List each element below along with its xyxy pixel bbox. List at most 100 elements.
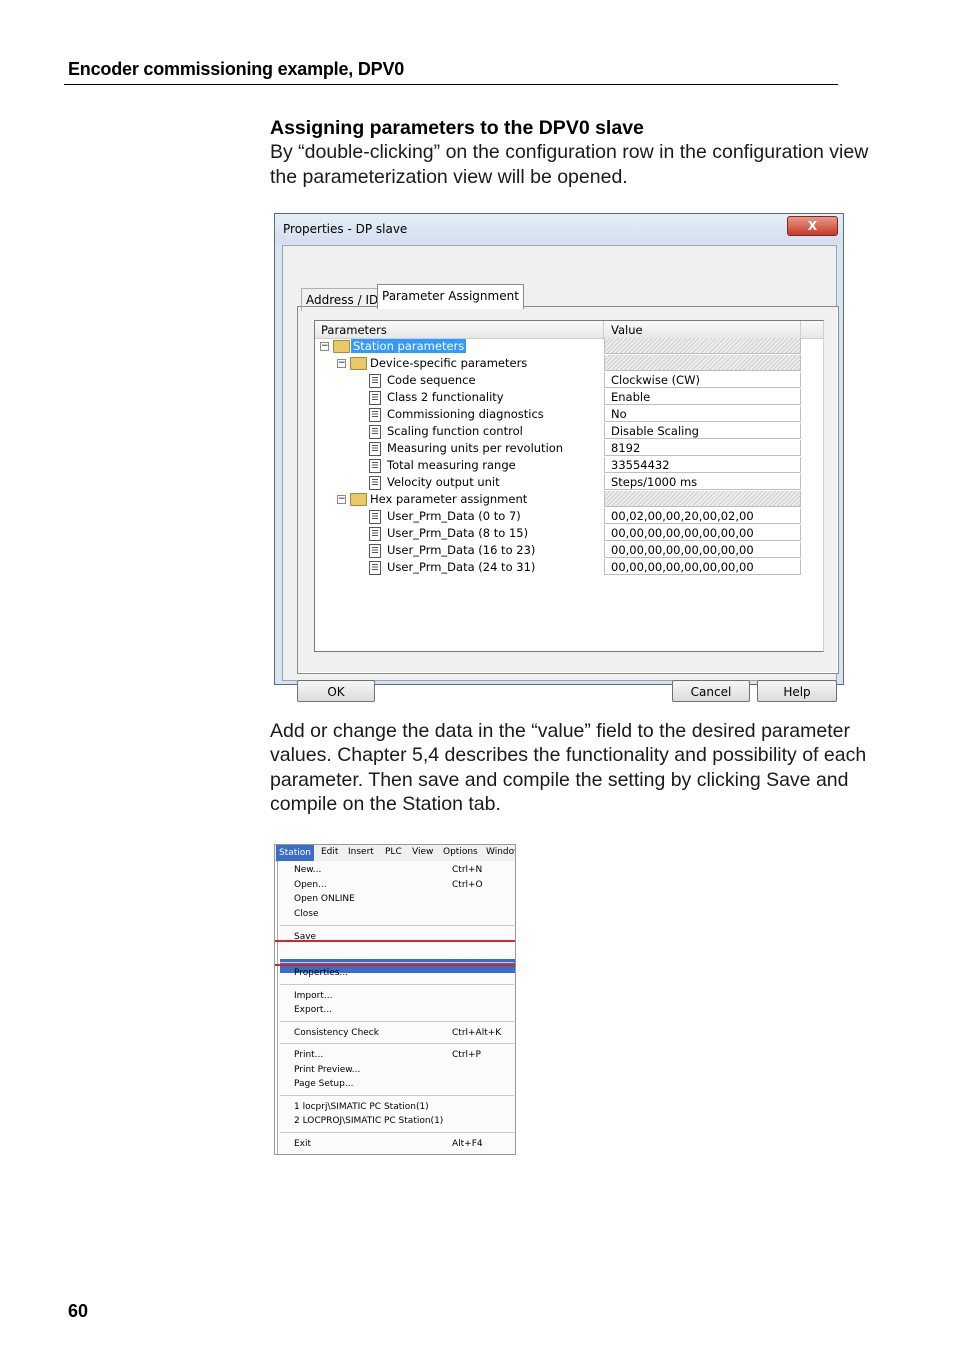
param-label: User_Prm_Data (16 to 23)	[387, 543, 536, 557]
param-label: Code sequence	[387, 373, 476, 387]
value-cell	[604, 491, 801, 507]
menu-view[interactable]: View	[412, 847, 433, 857]
tab-parameter-assignment[interactable]: Parameter Assignment	[377, 284, 524, 309]
column-header-value[interactable]: Value	[611, 323, 643, 337]
menu-item-consistency-check[interactable]: Consistency Check	[294, 1028, 379, 1038]
param-row[interactable]: Commissioning diagnostics No	[315, 406, 823, 423]
menu-item-recent-1[interactable]: 1 locprj\SIMATIC PC Station(1)	[294, 1102, 429, 1112]
properties-dialog: Properties - DP slave X Address / ID Par…	[274, 213, 844, 702]
menu-item-save-and-compile[interactable]: Save and Compile	[294, 946, 376, 956]
menu-item-recent-2[interactable]: 2 LOCPROJ\SIMATIC PC Station(1)	[294, 1116, 443, 1126]
header-rule	[64, 84, 838, 85]
menu-item-close[interactable]: Close	[294, 909, 319, 919]
menu-options[interactable]: Options	[443, 847, 478, 857]
folder-open-icon	[350, 493, 367, 506]
param-row[interactable]: User_Prm_Data (8 to 15) 00,00,00,00,00,0…	[315, 525, 823, 542]
param-row[interactable]: User_Prm_Data (16 to 23) 00,00,00,00,00,…	[315, 542, 823, 559]
tree-label: Device-specific parameters	[370, 356, 528, 370]
param-label: Total measuring range	[387, 458, 516, 472]
column-divider[interactable]	[603, 321, 604, 338]
close-button[interactable]: X	[787, 216, 838, 236]
value-cell[interactable]: 8192	[604, 440, 801, 456]
menu-item-exit[interactable]: Exit	[294, 1139, 311, 1149]
menu-item-print[interactable]: Print...	[294, 1050, 323, 1060]
shortcut-label: Ctrl+S	[452, 946, 482, 956]
tab-address-id[interactable]: Address / ID	[301, 288, 383, 311]
value-cell[interactable]: 00,00,00,00,00,00,00,00	[604, 559, 801, 575]
highlight-red-line-top	[275, 940, 515, 942]
menu-item-open-online[interactable]: Open ONLINE	[294, 894, 355, 904]
value-cell[interactable]: 33554432	[604, 457, 801, 473]
dialog-client-area: Address / ID Parameter Assignment Parame…	[282, 245, 839, 702]
value-cell[interactable]: 00,00,00,00,00,00,00,00	[604, 542, 801, 558]
folder-open-icon	[350, 357, 367, 370]
parameter-grid: Parameters Value − Station parameters − …	[314, 320, 824, 652]
collapse-icon[interactable]: −	[320, 342, 329, 351]
param-label: User_Prm_Data (24 to 31)	[387, 560, 536, 574]
value-cell	[604, 338, 801, 354]
cancel-button[interactable]: Cancel	[672, 680, 750, 702]
value-cell[interactable]: No	[604, 406, 801, 422]
menu-item-properties[interactable]: Properties...	[294, 968, 348, 978]
column-divider	[800, 321, 801, 338]
menu-insert[interactable]: Insert	[348, 847, 374, 857]
param-row[interactable]: Class 2 functionality Enable	[315, 389, 823, 406]
parameter-icon	[369, 408, 381, 422]
value-cell[interactable]: 00,02,00,00,20,00,02,00	[604, 508, 801, 524]
parameter-icon	[369, 425, 381, 439]
menu-item-page-setup[interactable]: Page Setup...	[294, 1079, 353, 1089]
menu-item-print-preview[interactable]: Print Preview...	[294, 1065, 360, 1075]
collapse-icon[interactable]: −	[337, 359, 346, 368]
menu-plc[interactable]: PLC	[385, 847, 402, 857]
grid-header: Parameters Value	[315, 321, 823, 339]
value-cell	[604, 355, 801, 371]
param-row[interactable]: Total measuring range 33554432	[315, 457, 823, 474]
menu-separator	[280, 1132, 514, 1133]
tree-row-hex-assignment[interactable]: − Hex parameter assignment	[315, 491, 823, 508]
param-row[interactable]: User_Prm_Data (0 to 7) 00,02,00,00,20,00…	[315, 508, 823, 525]
menu-edit[interactable]: Edit	[321, 847, 338, 857]
parameter-icon	[369, 561, 381, 575]
menu-separator	[280, 962, 514, 963]
menu-item-export[interactable]: Export...	[294, 1005, 332, 1015]
help-button[interactable]: Help	[757, 680, 837, 702]
menu-item-new[interactable]: New...	[294, 865, 321, 875]
param-label: Class 2 functionality	[387, 390, 504, 404]
intro-text: By “double-clicking” on the configuratio…	[270, 141, 869, 188]
param-label: Velocity output unit	[387, 475, 500, 489]
menu-window[interactable]: Windov	[486, 847, 515, 857]
tree-label: Station parameters	[351, 339, 467, 353]
value-cell[interactable]: Disable Scaling	[604, 423, 801, 439]
column-header-parameters[interactable]: Parameters	[321, 323, 387, 337]
highlight-red-line-bottom	[275, 964, 515, 966]
intro-block: Assigning parameters to the DPV0 slave B…	[270, 116, 870, 189]
shortcut-label: Alt+F4	[452, 1139, 483, 1149]
menu-item-import[interactable]: Import...	[294, 991, 332, 1001]
parameter-icon	[369, 544, 381, 558]
section-title: Assigning parameters to the DPV0 slave	[270, 117, 644, 139]
param-row[interactable]: Measuring units per revolution 8192	[315, 440, 823, 457]
parameter-icon	[369, 510, 381, 524]
followup-text: Add or change the data in the “value” fi…	[270, 720, 867, 815]
menu-item-open[interactable]: Open...	[294, 880, 327, 890]
value-cell[interactable]: 00,00,00,00,00,00,00,00	[604, 525, 801, 541]
tree-row-device-specific[interactable]: − Device-specific parameters	[315, 355, 823, 372]
tree-row-station-parameters[interactable]: − Station parameters	[315, 338, 823, 355]
value-cell[interactable]: Steps/1000 ms	[604, 474, 801, 490]
param-row[interactable]: Code sequence Clockwise (CW)	[315, 372, 823, 389]
menu-station[interactable]: Station	[276, 845, 314, 861]
param-row[interactable]: Velocity output unit Steps/1000 ms	[315, 474, 823, 491]
menu-separator	[280, 1095, 514, 1096]
value-cell[interactable]: Enable	[604, 389, 801, 405]
value-cell[interactable]: Clockwise (CW)	[604, 372, 801, 388]
page-number: 60	[68, 1301, 89, 1321]
param-row[interactable]: User_Prm_Data (24 to 31) 00,00,00,00,00,…	[315, 559, 823, 576]
param-row[interactable]: Scaling function control Disable Scaling	[315, 423, 823, 440]
ok-button[interactable]: OK	[297, 680, 375, 702]
folder-open-icon	[333, 340, 350, 353]
param-label: Commissioning diagnostics	[387, 407, 544, 421]
collapse-icon[interactable]: −	[337, 495, 346, 504]
shortcut-label: Ctrl+O	[452, 880, 483, 890]
dialog-title: Properties - DP slave	[283, 222, 408, 236]
parameter-icon	[369, 391, 381, 405]
